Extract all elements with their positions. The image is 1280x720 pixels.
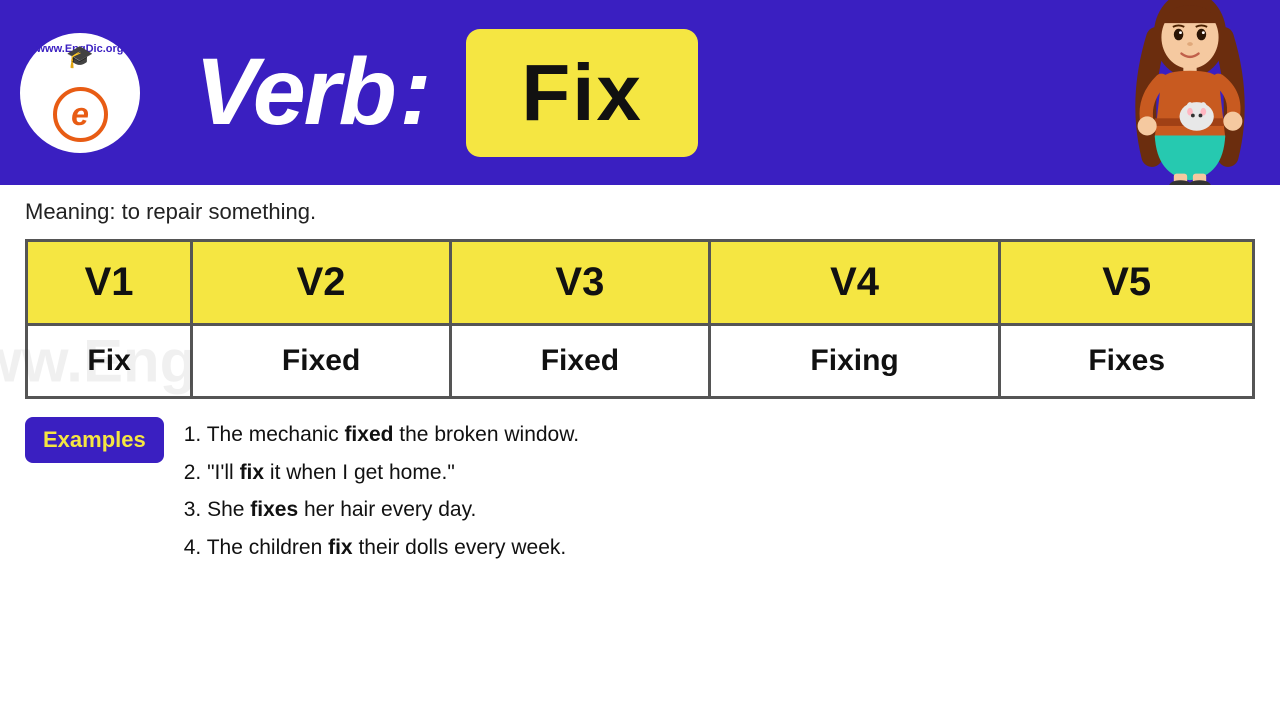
table-header-row: V1 V2 V3 V4 V5 (27, 241, 1254, 325)
examples-section: Examples 1. The mechanic fixed the broke… (0, 399, 1280, 586)
logo: www.EngDic.org 🎓 e (20, 33, 140, 153)
verb-title-group: Verb : Fix (165, 29, 1260, 157)
example-3-num: 3. (184, 498, 207, 521)
header-section: www.EngDic.org 🎓 e Verb : Fix (0, 0, 1280, 185)
col-v3: V3 (451, 241, 710, 325)
fix-highlight-box: Fix (466, 29, 698, 157)
example-1: 1. The mechanic fixed the broken window. (184, 417, 579, 453)
example-3-pre: She (207, 498, 250, 521)
meaning-label: Meaning: (25, 199, 116, 224)
example-2-num: 2. (184, 461, 207, 484)
cell-v3: Fixed (451, 325, 710, 398)
example-1-bold: fixed (344, 423, 393, 446)
example-4-pre: The children (207, 536, 328, 559)
cell-v4: Fixing (709, 325, 1000, 398)
cell-v1: www.EngDic Fix (27, 325, 192, 398)
col-v5: V5 (1000, 241, 1254, 325)
main-word: Fix (521, 48, 643, 137)
example-1-pre: The mechanic (207, 423, 345, 446)
example-4: 4. The children fix their dolls every we… (184, 530, 579, 566)
example-1-post: the broken window. (393, 423, 579, 446)
example-3-post: her hair every day. (298, 498, 476, 521)
examples-badge: Examples (25, 417, 164, 463)
example-4-num: 4. (184, 536, 207, 559)
verb-label: Verb (195, 38, 395, 147)
cell-v2: Fixed (192, 325, 451, 398)
examples-list: 1. The mechanic fixed the broken window.… (184, 417, 579, 568)
girl-illustration (1110, 0, 1270, 185)
meaning-section: Meaning: to repair something. (0, 185, 1280, 239)
example-1-num: 1. (184, 423, 207, 446)
logo-e-letter: e (71, 96, 89, 133)
example-2: 2. "I'll fix it when I get home." (184, 455, 579, 491)
example-4-bold: fix (328, 536, 353, 559)
col-v4: V4 (709, 241, 1000, 325)
col-v1: V1 (27, 241, 192, 325)
meaning-text: to repair something. (122, 199, 316, 224)
example-3: 3. She fixes her hair every day. (184, 492, 579, 528)
verb-forms-table: V1 V2 V3 V4 V5 www.EngDic Fix Fixed Fixe… (25, 239, 1255, 399)
example-4-post: their dolls every week. (353, 536, 567, 559)
graduation-cap-icon: 🎓 (66, 44, 93, 70)
logo-e-circle: e (53, 87, 108, 142)
example-2-pre: "I'll (207, 461, 239, 484)
colon-separator: : (400, 38, 432, 147)
table-data-row: www.EngDic Fix Fixed Fixed Fixing Fixes (27, 325, 1254, 398)
example-2-post: it when I get home." (264, 461, 455, 484)
cell-v5: Fixes (1000, 325, 1254, 398)
col-v2: V2 (192, 241, 451, 325)
girl-svg (1115, 0, 1265, 185)
example-2-bold: fix (240, 461, 265, 484)
example-3-bold: fixes (250, 498, 298, 521)
